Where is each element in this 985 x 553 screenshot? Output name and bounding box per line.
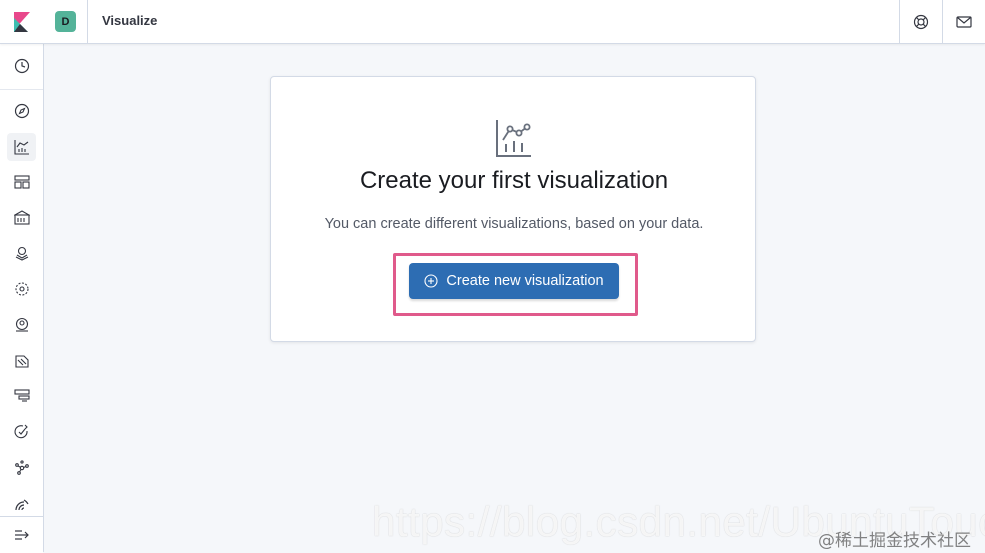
- sidebar-item-dashboard[interactable]: [7, 168, 36, 196]
- header-divider: [87, 0, 88, 43]
- sidebar-item-siem[interactable]: [7, 490, 36, 518]
- side-nav: [0, 44, 44, 553]
- breadcrumb: Visualize: [102, 13, 158, 28]
- empty-state-panel: Create your first visualization You can …: [270, 76, 756, 342]
- kibana-logo[interactable]: [0, 0, 43, 43]
- watermark-credit: @稀土掘金技术社区: [818, 531, 971, 551]
- ml-icon: [14, 282, 29, 296]
- sidebar-item-maps[interactable]: [7, 240, 36, 268]
- help-button[interactable]: [899, 0, 942, 43]
- sidebar-item-visualize[interactable]: [7, 133, 36, 161]
- help-icon: [913, 14, 929, 29]
- graph-icon: [14, 460, 29, 475]
- create-new-visualization-button[interactable]: Create new visualization: [409, 263, 619, 299]
- plus-circle-icon: [424, 274, 438, 288]
- sidebar-item-logs[interactable]: [7, 347, 36, 375]
- sidebar-item-graph[interactable]: [7, 454, 36, 482]
- dock-toggle-button[interactable]: [0, 516, 43, 553]
- watermark-url: https://blog.csdn.net/UbuntuTouch: [372, 498, 985, 545]
- visualize-app-icon: [495, 118, 533, 163]
- page-title: Create your first visualization: [359, 167, 669, 194]
- top-header: D Visualize: [0, 0, 985, 44]
- sidebar-item-uptime[interactable]: [7, 418, 36, 446]
- uptime-icon: [13, 424, 28, 439]
- sidebar-item-canvas[interactable]: [7, 204, 36, 232]
- infrastructure-icon: [15, 317, 28, 332]
- space-avatar[interactable]: D: [55, 11, 76, 32]
- apm-icon: [13, 389, 30, 402]
- dock-toggle-icon: [14, 530, 29, 540]
- dashboard-icon: [13, 175, 30, 189]
- clock-icon: [14, 58, 29, 74]
- sidebar-item-recently-viewed[interactable]: [7, 52, 36, 80]
- sidebar-item-apm[interactable]: [7, 382, 36, 410]
- create-button-label: Create new visualization: [446, 273, 604, 289]
- logs-icon: [14, 355, 29, 368]
- sidebar-divider: [0, 89, 43, 90]
- sidebar-item-infrastructure[interactable]: [7, 311, 36, 339]
- sidebar-item-discover[interactable]: [7, 97, 36, 125]
- maps-icon: [15, 246, 28, 261]
- canvas-icon: [13, 210, 30, 225]
- sidebar-item-machine-learning[interactable]: [7, 275, 36, 303]
- visualize-icon: [13, 140, 29, 155]
- page-description: You can create different visualizations,…: [324, 216, 704, 232]
- siem-icon: [14, 499, 29, 511]
- kibana-logo-icon: [13, 11, 30, 32]
- newsfeed-button[interactable]: [942, 0, 985, 43]
- mail-icon: [956, 15, 972, 28]
- compass-icon: [14, 103, 29, 119]
